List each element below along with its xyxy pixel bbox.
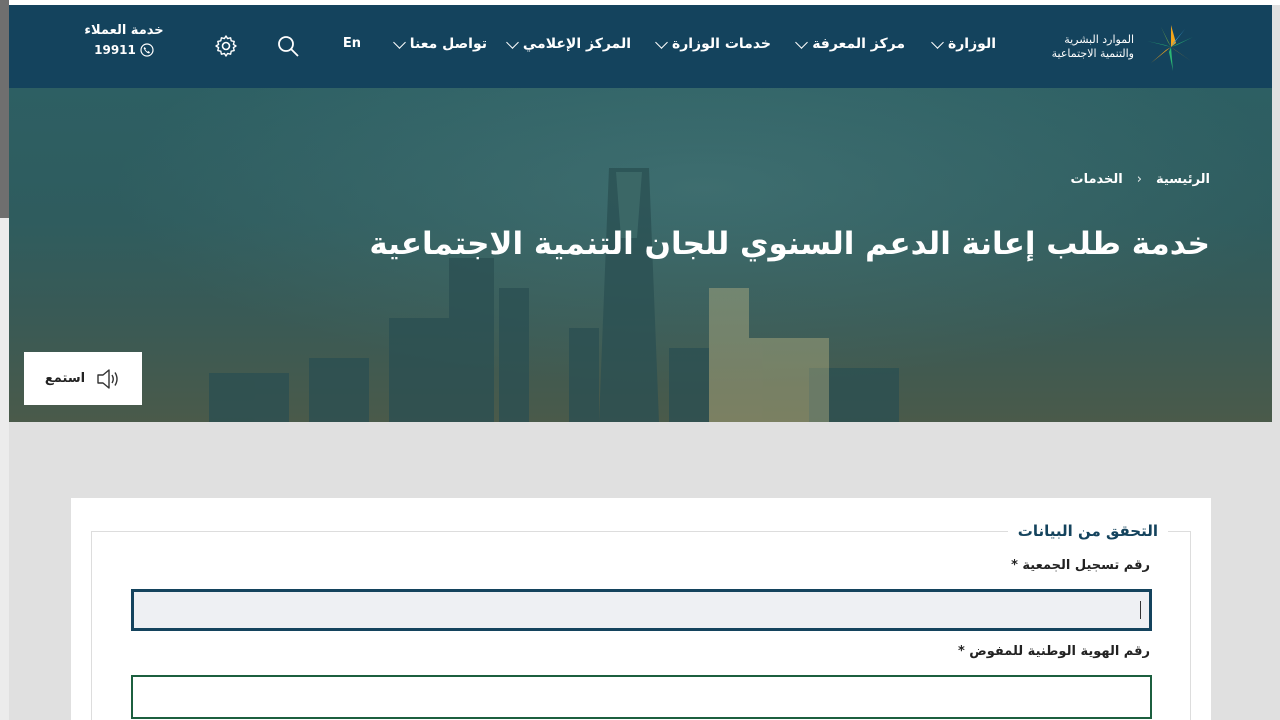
nav-item-ministry[interactable]: الوزارة: [931, 35, 996, 52]
chevron-down-icon: [931, 35, 944, 49]
text-cursor: [1140, 601, 1141, 619]
breadcrumb: الرئيسية ‹ الخدمات: [1071, 172, 1210, 187]
hero-banner: الرئيسية ‹ الخدمات خدمة طلب إعانة الدعم …: [9, 88, 1272, 422]
nav-item-contact-us[interactable]: تواصل معنا: [392, 35, 487, 52]
page-edge-strip: [0, 0, 9, 720]
phone-icon: [140, 43, 154, 57]
customer-service-label: خدمة العملاء: [84, 23, 164, 38]
delegate-national-id-input[interactable]: [131, 675, 1152, 719]
breadcrumb-separator: ‹: [1136, 172, 1142, 187]
chevron-down-icon: [506, 35, 519, 49]
verification-form-card: التحقق من البيانات رقم تسجيل الجمعية * ر…: [71, 498, 1211, 720]
nav-item-ministry-services[interactable]: خدمات الوزارة: [655, 35, 771, 52]
association-number-input[interactable]: [131, 589, 1152, 631]
ministry-logo[interactable]: الموارد البشرية والتنمية الاجتماعية: [1042, 21, 1202, 73]
nav-item-label: المركز الإعلامي: [522, 36, 631, 52]
chevron-down-icon: [795, 35, 809, 49]
search-button[interactable]: [273, 31, 303, 61]
logo-star-icon: [1147, 25, 1193, 71]
customer-service-number: 19911: [94, 43, 136, 57]
verification-fieldset: التحقق من البيانات رقم تسجيل الجمعية * ر…: [91, 522, 1191, 720]
search-icon: [278, 36, 299, 57]
listen-label: استمع: [44, 371, 86, 386]
nav-item-label: مركز المعرفة: [812, 36, 905, 52]
site-header: الموارد البشرية والتنمية الاجتماعية الوز…: [9, 5, 1272, 88]
gear-icon: [215, 35, 237, 57]
nav-item-label: تواصل معنا: [409, 36, 487, 52]
chevron-down-icon: [655, 35, 668, 49]
breadcrumb-home[interactable]: الرئيسية: [1156, 172, 1210, 187]
fieldset-legend: التحقق من البيانات: [1007, 522, 1168, 540]
nav-item-media-center[interactable]: المركز الإعلامي: [506, 35, 631, 52]
listen-button[interactable]: استمع: [24, 352, 142, 405]
chevron-down-icon: [392, 35, 406, 49]
logo-line2: والتنمية الاجتماعية: [1051, 47, 1134, 60]
association-number-label: رقم تسجيل الجمعية *: [1011, 558, 1150, 573]
breadcrumb-services[interactable]: الخدمات: [1071, 172, 1123, 187]
delegate-id-label: رقم الهوية الوطنية للمفوض *: [957, 644, 1150, 659]
logo-line1: الموارد البشرية: [1064, 33, 1134, 46]
customer-service[interactable]: خدمة العملاء 19911: [74, 23, 174, 57]
nav-item-label: خدمات الوزارة: [671, 36, 771, 52]
nav-item-knowledge-center[interactable]: مركز المعرفة: [795, 35, 905, 52]
speaker-icon: [97, 368, 118, 389]
page-title: خدمة طلب إعانة الدعم السنوي للجان التنمي…: [369, 226, 1210, 262]
language-toggle[interactable]: En: [343, 36, 361, 51]
nav-item-label: الوزارة: [947, 36, 996, 52]
customer-service-number-row: 19911: [74, 43, 174, 57]
settings-button[interactable]: [211, 31, 241, 61]
logo-text: الموارد البشرية والتنمية الاجتماعية: [1052, 33, 1134, 61]
